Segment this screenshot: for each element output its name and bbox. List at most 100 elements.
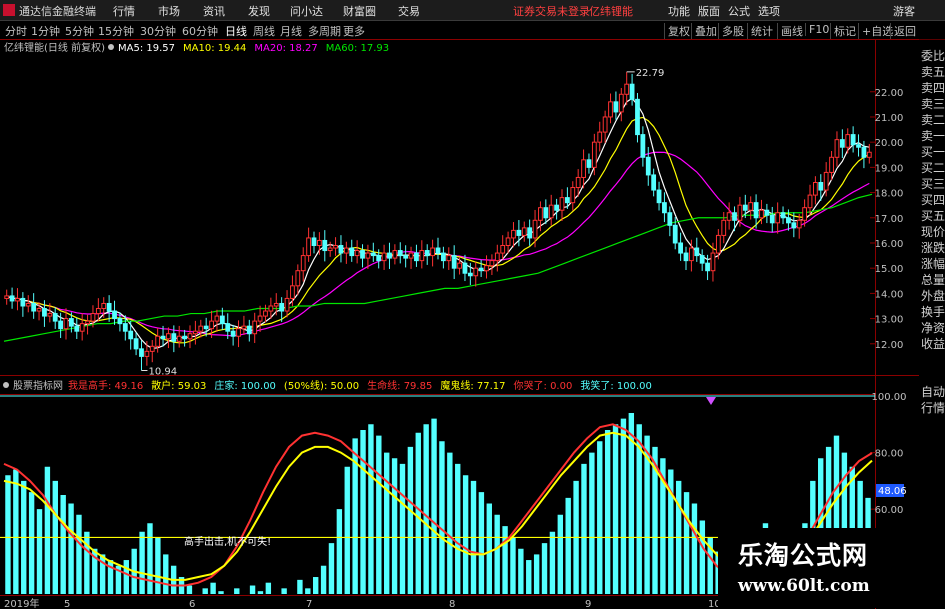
side-change[interactable]: 涨跌 xyxy=(921,239,945,256)
legend-item: 你哭了: 0.00 xyxy=(514,379,573,392)
candle-body xyxy=(187,333,193,340)
period-15min[interactable]: 15分钟 xyxy=(98,23,134,39)
candle-body xyxy=(575,176,581,189)
candle-body xyxy=(737,204,743,221)
y-tick-label: 14.00 xyxy=(875,289,904,300)
period-monthly[interactable]: 月线 xyxy=(280,23,302,39)
chart-area[interactable]: 亿纬锂能(日线 前复权) MA5: 19.57 MA10: 19.44 MA20: … xyxy=(0,39,919,609)
candle-body xyxy=(748,202,754,211)
candle-body xyxy=(473,267,479,277)
side-weibi[interactable]: 委比 xyxy=(921,47,945,64)
menu-wealth[interactable]: 财富圈 xyxy=(343,3,376,19)
tool-overlay[interactable]: 叠加 xyxy=(691,23,717,39)
period-1min[interactable]: 1分钟 xyxy=(31,23,60,39)
period-more[interactable]: 更多 xyxy=(343,23,365,39)
tool-back[interactable]: 返回 xyxy=(890,23,916,39)
svg-text:5: 5 xyxy=(64,599,70,609)
login-status[interactable]: 证券交易未登录 xyxy=(513,3,590,19)
side-price[interactable]: 现价 xyxy=(921,223,945,240)
menu-trade[interactable]: 交易 xyxy=(398,3,420,19)
candle-body xyxy=(122,323,128,332)
watermark-url: www.60lt.com xyxy=(738,576,870,596)
legend-item: MA10: 19.44 xyxy=(183,43,246,54)
side-volume[interactable]: 总量 xyxy=(921,271,945,288)
menu-market[interactable]: 市场 xyxy=(158,3,180,19)
candle-body xyxy=(759,209,764,219)
y-tick-label: 15.00 xyxy=(875,264,904,275)
candle-body xyxy=(715,234,721,254)
main-legend: 亿纬锂能(日线 前复权) MA5: 19.57 MA10: 19.44 MA20: … xyxy=(4,41,389,54)
candle-body xyxy=(42,308,47,317)
candle-body xyxy=(36,308,42,312)
side-sell4[interactable]: 卖四 xyxy=(921,79,945,96)
side-turnover[interactable]: 换手 xyxy=(921,303,945,320)
candle-body xyxy=(489,260,495,267)
candle-body xyxy=(791,222,797,229)
settings-dot-icon xyxy=(108,44,114,50)
candle-body xyxy=(257,315,263,322)
candle-body xyxy=(79,323,85,332)
candle-body xyxy=(581,159,586,178)
side-earnings[interactable]: 收益 xyxy=(921,335,945,352)
side-buy5[interactable]: 买五 xyxy=(921,207,945,224)
tool-draw[interactable]: 画线 xyxy=(777,23,803,39)
side-buy2[interactable]: 买二 xyxy=(921,159,945,176)
candle-body xyxy=(322,239,328,252)
period-5min[interactable]: 5分钟 xyxy=(65,23,94,39)
guest-label[interactable]: 游客 xyxy=(893,3,915,19)
side-auto[interactable]: 自动 xyxy=(921,383,945,400)
tool-watchlist[interactable]: +自选 xyxy=(858,23,893,39)
candle-body xyxy=(343,247,349,254)
tool-adjust[interactable]: 复权 xyxy=(664,23,690,39)
candle-body xyxy=(538,207,543,221)
menu-news[interactable]: 资讯 xyxy=(203,3,225,19)
side-buy3[interactable]: 买三 xyxy=(921,175,945,192)
candle-body xyxy=(807,194,813,209)
period-tick[interactable]: 分时 xyxy=(5,23,27,39)
period-30min[interactable]: 30分钟 xyxy=(140,23,176,39)
svg-text:2019年: 2019年 xyxy=(4,597,39,609)
side-change-pct[interactable]: 涨幅 xyxy=(921,255,945,272)
candle-body xyxy=(834,139,840,158)
period-60min[interactable]: 60分钟 xyxy=(182,23,218,39)
menu-discover[interactable]: 发现 xyxy=(248,3,270,19)
candle-body xyxy=(408,252,414,259)
side-sell2[interactable]: 卖二 xyxy=(921,111,945,128)
menu-layout[interactable]: 版面 xyxy=(698,3,720,19)
tool-f10[interactable]: F10 xyxy=(805,23,829,36)
menu-options[interactable]: 选项 xyxy=(758,3,780,19)
side-sell3[interactable]: 卖三 xyxy=(921,95,945,112)
tool-stats[interactable]: 统计 xyxy=(747,23,773,39)
candle-body xyxy=(106,302,112,312)
side-net-assets[interactable]: 净资 xyxy=(921,319,945,336)
low-price-label: 10.94 xyxy=(148,367,177,378)
candle-body xyxy=(68,318,74,327)
menu-quotes[interactable]: 行情 xyxy=(113,3,135,19)
candle-body xyxy=(9,295,15,302)
candle-body xyxy=(171,333,177,342)
side-buy4[interactable]: 买四 xyxy=(921,191,945,208)
candle-body xyxy=(139,348,144,357)
svg-text:9: 9 xyxy=(585,599,591,609)
legend-item: 庄家: 100.00 xyxy=(214,379,276,392)
side-quotes[interactable]: 行情 xyxy=(921,399,945,416)
candle-body xyxy=(387,252,392,259)
period-weekly[interactable]: 周线 xyxy=(253,23,275,39)
period-daily[interactable]: 日线 xyxy=(225,23,247,39)
candle-body xyxy=(667,212,673,226)
side-buy1[interactable]: 买一 xyxy=(921,143,945,160)
side-sell5[interactable]: 卖五 xyxy=(921,63,945,80)
menu-ask[interactable]: 问小达 xyxy=(290,3,323,19)
candle-body xyxy=(511,229,516,239)
menu-formula[interactable]: 公式 xyxy=(728,3,750,19)
period-multi[interactable]: 多周期 xyxy=(308,23,341,39)
candle-body xyxy=(446,255,452,262)
menu-functions[interactable]: 功能 xyxy=(668,3,690,19)
side-outer[interactable]: 外盘 xyxy=(921,287,945,304)
side-sell1[interactable]: 卖一 xyxy=(921,127,945,144)
tool-multi-stock[interactable]: 多股 xyxy=(718,23,744,39)
candle-body xyxy=(414,252,419,262)
candle-body xyxy=(753,202,759,219)
indicator-title: 股票指标网 xyxy=(13,379,63,392)
tool-mark[interactable]: 标记 xyxy=(830,23,856,39)
